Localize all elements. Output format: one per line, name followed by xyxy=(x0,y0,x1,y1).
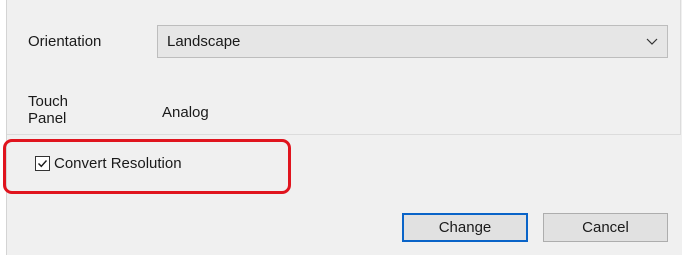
dialog: Orientation Landscape Touch Panel Analog… xyxy=(6,0,682,255)
convert-resolution-option[interactable]: Convert Resolution xyxy=(35,153,182,173)
cancel-button[interactable]: Cancel xyxy=(543,213,668,242)
chevron-down-icon xyxy=(646,38,658,45)
convert-resolution-label[interactable]: Convert Resolution xyxy=(54,155,182,172)
checkmark-icon xyxy=(38,159,48,167)
settings-group: Orientation Landscape Touch Panel Analog xyxy=(7,0,681,135)
orientation-label: Orientation xyxy=(28,33,102,50)
touch-panel-label: Touch Panel xyxy=(28,93,88,127)
convert-resolution-checkbox[interactable] xyxy=(35,155,50,171)
touch-panel-label-line2: Panel xyxy=(28,110,67,127)
touch-panel-value: Analog xyxy=(162,104,209,121)
orientation-select[interactable]: Landscape xyxy=(157,25,668,58)
orientation-select-value: Landscape xyxy=(167,33,241,50)
change-button[interactable]: Change xyxy=(402,213,528,242)
touch-panel-label-line1: Touch xyxy=(28,93,69,110)
